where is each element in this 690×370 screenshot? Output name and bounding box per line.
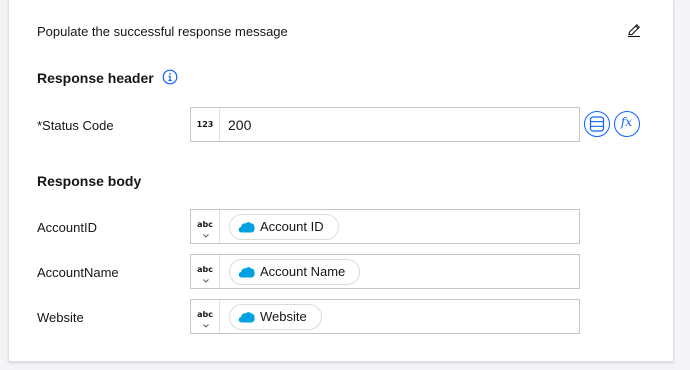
fx-icon: fx — [620, 115, 633, 129]
account-name-label: AccountName — [37, 265, 119, 280]
chevron-down-icon — [203, 234, 209, 238]
list-mapping-icon — [589, 116, 605, 132]
card-description: Populate the successful response message — [37, 24, 288, 39]
website-field[interactable]: abc Website — [190, 299, 580, 334]
response-body-title: Response body — [37, 173, 142, 189]
function-button[interactable]: fx — [614, 111, 640, 137]
account-id-label: AccountID — [37, 220, 97, 235]
type-text-dropdown[interactable]: abc — [191, 255, 220, 288]
salesforce-cloud-icon — [238, 267, 255, 278]
salesforce-cloud-icon — [238, 312, 255, 323]
account-name-field[interactable]: abc Account Name — [190, 254, 580, 289]
status-code-value[interactable]: 200 — [228, 117, 251, 133]
type-text-dropdown[interactable]: abc — [191, 300, 220, 333]
website-label: Website — [37, 310, 84, 325]
mapping-list-button[interactable] — [584, 111, 610, 137]
edit-icon[interactable] — [626, 22, 642, 38]
response-header-title: Response header — [37, 70, 154, 86]
website-pill[interactable]: Website — [229, 304, 322, 330]
chevron-down-icon — [203, 324, 209, 328]
type-number-badge: 123 — [191, 108, 220, 141]
chevron-down-icon — [203, 279, 209, 283]
account-id-pill[interactable]: Account ID — [229, 214, 339, 240]
account-name-pill[interactable]: Account Name — [229, 259, 361, 285]
account-id-field[interactable]: abc Account ID — [190, 209, 580, 244]
response-mapping-card: Populate the successful response message… — [8, 0, 674, 362]
status-code-field[interactable]: 123 200 — [190, 107, 580, 142]
info-icon[interactable] — [162, 69, 178, 85]
salesforce-cloud-icon — [238, 222, 255, 233]
type-text-dropdown[interactable]: abc — [191, 210, 220, 243]
status-code-label: *Status Code — [37, 118, 114, 133]
